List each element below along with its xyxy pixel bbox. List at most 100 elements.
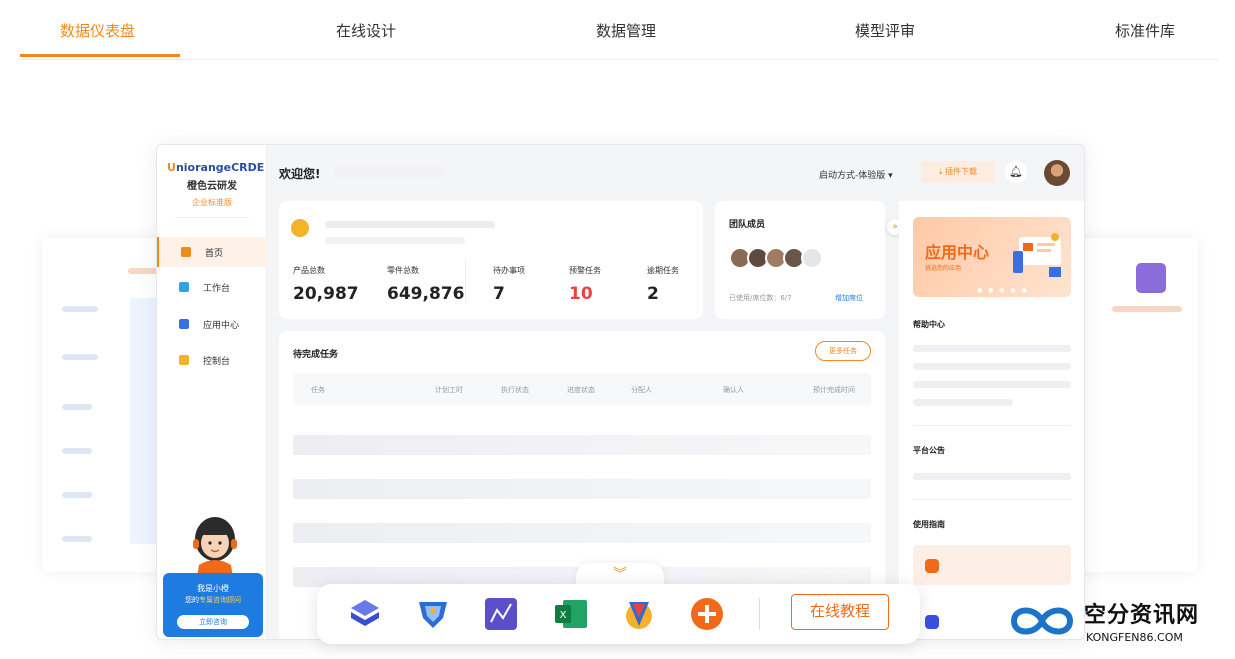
consultant-name: 我是小橙 (197, 584, 229, 593)
doc-icon (925, 559, 939, 573)
announcements-title: 平台公告 (913, 446, 945, 455)
sidebar-item-label: 应用中心 (203, 321, 240, 331)
stat-overdue-tasks[interactable]: 逾期任务 2 (647, 265, 679, 304)
user-avatar[interactable] (1044, 160, 1070, 186)
sidebar: UniorangeCRDE 橙色云研发 企业标准版 首页 工作台 应用中心 控制… (157, 145, 267, 639)
sidebar-item-label: 控制台 (203, 357, 231, 367)
help-center-title: 帮助中心 (913, 320, 945, 329)
watermark: 空分资讯网 KONGFEN86.COM (1008, 597, 1228, 649)
watermark-logo-icon (1010, 607, 1074, 635)
stat-todo[interactable]: 待办事项 7 (493, 265, 525, 304)
online-tutorial-button[interactable]: 在线教程 (791, 594, 889, 630)
workbench-icon (179, 282, 189, 292)
sidebar-item-app-center[interactable]: 应用中心 (157, 309, 267, 339)
illustration-icon (1013, 233, 1061, 277)
tab-online-design[interactable]: 在线设计 (336, 20, 396, 41)
svg-text:X: X (560, 610, 567, 621)
app-center-banner[interactable]: 应用中心 挑选您的应用 ● ● ● ● ● (913, 217, 1071, 297)
text-placeholder (913, 345, 1071, 352)
home-icon (181, 247, 191, 257)
tab-model-review[interactable]: 模型评审 (855, 20, 915, 41)
add-app-icon[interactable] (689, 596, 725, 632)
background-placeholder (128, 268, 158, 274)
consult-now-button[interactable]: 立即咨询 (177, 615, 249, 629)
background-placeholder (62, 354, 98, 360)
assistant-avatar (193, 517, 237, 577)
3d-design-app-icon[interactable] (347, 596, 383, 632)
table-row[interactable] (293, 523, 871, 543)
carousel-dots[interactable]: ● ● ● ● ● (977, 287, 1029, 294)
pcb-app-icon[interactable] (483, 596, 519, 632)
background-placeholder (62, 536, 92, 542)
edition-tag: 企业标准版 (192, 198, 232, 207)
table-header: 任务 计划工时 执行状态 进度状态 分配人 确认人 预计完成时间 (293, 373, 871, 405)
column-header: 进度状态 (567, 386, 595, 394)
text-placeholder (325, 221, 495, 228)
stat-product-total[interactable]: 产品总数 20,987 (293, 265, 359, 304)
sidebar-item-workbench[interactable]: 工作台 (157, 272, 267, 302)
simulation-app-icon[interactable] (415, 596, 451, 632)
tab-standard-parts[interactable]: 标准件库 (1115, 20, 1175, 41)
stats-card: 产品总数 20,987 零件总数 649,876 待办事项 7 预警任务 10 … (279, 201, 703, 319)
column-header: 确认人 (723, 386, 744, 394)
header-bar: 欢迎您! 启动方式-体验版 ▾ ⤓ 插件下载 🔔︎ (267, 145, 1084, 201)
column-header: 分配人 (631, 386, 652, 394)
brand-logo: UniorangeCRDE (167, 161, 265, 174)
plugin-download-button[interactable]: ⤓ 插件下载 (921, 161, 995, 183)
consultant-desc: 您的专属咨询顾问 (185, 596, 241, 604)
tab-data-management[interactable]: 数据管理 (596, 20, 656, 41)
divider (759, 598, 760, 630)
watermark-title: 空分资讯网 (1084, 603, 1200, 628)
tasks-title: 待完成任务 (293, 350, 339, 360)
stat-warning-tasks[interactable]: 预警任务 10 (569, 265, 601, 304)
column-header: 执行状态 (501, 386, 529, 394)
sidebar-item-console[interactable]: 控制台 (157, 345, 267, 375)
column-header: 预计完成时间 (813, 386, 855, 394)
divider (913, 499, 1071, 500)
tab-dashboard[interactable]: 数据仪表盘 (60, 20, 135, 41)
right-panel: 应用中心 挑选您的应用 ● ● ● ● ● 帮助中心 平台公告 使用指南 (899, 201, 1084, 639)
excel-app-icon[interactable]: X (553, 596, 589, 632)
app-icon (1136, 263, 1166, 293)
table-row[interactable] (293, 435, 871, 455)
app-dock: X 在线教程 (317, 584, 920, 644)
table-row[interactable] (293, 479, 871, 499)
doc-icon (925, 615, 939, 629)
sidebar-item-label: 工作台 (203, 284, 231, 294)
guide-doc[interactable] (913, 545, 1071, 585)
background-placeholder (62, 448, 92, 454)
consultant-card: 我是小橙 您的专属咨询顾问 立即咨询 (163, 573, 263, 637)
text-placeholder (913, 399, 1013, 406)
column-header: 计划工时 (435, 386, 463, 394)
console-icon (179, 355, 189, 365)
badge-icon (291, 219, 309, 237)
background-placeholder (62, 492, 92, 498)
text-placeholder (913, 363, 1071, 370)
sidebar-item-home[interactable]: 首页 (157, 237, 267, 267)
member-avatar[interactable] (801, 247, 823, 269)
divider (913, 425, 1071, 426)
background-placeholder (62, 404, 92, 410)
add-seat-link[interactable]: 增加席位 (835, 293, 863, 303)
column-header: 任务 (311, 386, 325, 394)
divider (175, 217, 249, 218)
stat-part-total[interactable]: 零件总数 649,876 (387, 265, 464, 304)
active-tab-indicator (20, 54, 180, 57)
text-placeholder (913, 473, 1071, 480)
background-placeholder (62, 306, 98, 312)
background-placeholder (1112, 306, 1182, 312)
model-review-app-icon[interactable] (621, 596, 657, 632)
divider (465, 259, 466, 303)
apps-grid-icon (179, 319, 189, 329)
more-tasks-button[interactable]: 更多任务 (815, 341, 871, 361)
watermark-url: KONGFEN86.COM (1086, 631, 1183, 644)
chevron-down-icon: ︾ (613, 567, 627, 582)
top-nav: 数据仪表盘 在线设计 数据管理 模型评审 标准件库 (20, 0, 1218, 60)
text-placeholder (325, 237, 465, 244)
sidebar-item-label: 首页 (205, 249, 224, 259)
launch-mode-dropdown[interactable]: 启动方式-体验版 ▾ (819, 168, 893, 181)
welcome-text: 欢迎您! (279, 167, 321, 181)
team-members-card: 团队成员 已使用/席位数：6/7 增加席位 (715, 201, 885, 319)
bell-icon[interactable]: 🔔︎ (1005, 161, 1027, 183)
guide-title: 使用指南 (913, 520, 945, 529)
